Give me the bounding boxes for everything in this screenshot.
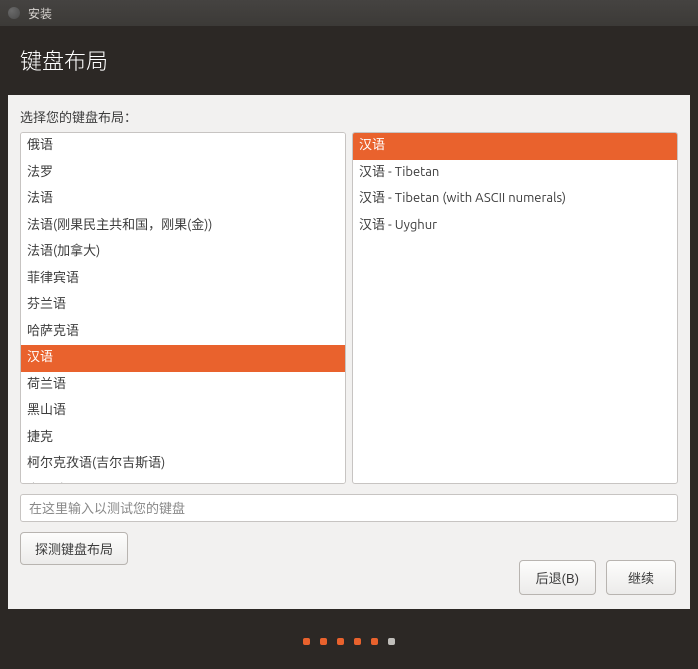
language-item[interactable]: 法罗: [21, 160, 345, 187]
language-item[interactable]: 法语: [21, 186, 345, 213]
variant-item[interactable]: 汉语 - Tibetan: [353, 160, 677, 187]
variant-item[interactable]: 汉语 - Uyghur: [353, 213, 677, 240]
keyboard-test-input[interactable]: [20, 494, 678, 522]
progress-dot: [388, 638, 395, 645]
variant-item[interactable]: 汉语: [353, 133, 677, 160]
page-title: 键盘布局: [20, 49, 108, 74]
content-panel: 选择您的键盘布局： 俄语法罗法语法语(刚果民主共和国，刚果(金))法语(加拿大)…: [8, 95, 690, 609]
language-item[interactable]: 芬兰语: [21, 292, 345, 319]
language-item[interactable]: 捷克: [21, 425, 345, 452]
detect-layout-button[interactable]: 探测键盘布局: [20, 532, 128, 565]
language-item[interactable]: 法语(加拿大): [21, 239, 345, 266]
window-title: 安装: [28, 5, 52, 22]
progress-dot: [354, 638, 361, 645]
language-item[interactable]: 法语(刚果民主共和国，刚果(金)): [21, 213, 345, 240]
close-icon[interactable]: [8, 7, 20, 19]
language-item[interactable]: 菲律宾语: [21, 266, 345, 293]
language-item[interactable]: 黑山语: [21, 398, 345, 425]
progress-dot: [337, 638, 344, 645]
progress-dot: [320, 638, 327, 645]
titlebar: 安装: [0, 0, 698, 26]
progress-dots: [0, 614, 698, 669]
progress-dot: [303, 638, 310, 645]
language-item[interactable]: 哈萨克语: [21, 319, 345, 346]
page-header: 键盘布局: [0, 26, 698, 98]
language-listbox[interactable]: 俄语法罗法语法语(刚果民主共和国，刚果(金))法语(加拿大)菲律宾语芬兰语哈萨克…: [20, 132, 346, 484]
continue-button[interactable]: 继续: [606, 560, 676, 595]
language-item[interactable]: 克罗地亚: [21, 478, 345, 485]
prompt-label: 选择您的键盘布局：: [20, 107, 678, 126]
variant-item[interactable]: 汉语 - Tibetan (with ASCII numerals): [353, 186, 677, 213]
back-button[interactable]: 后退(B): [519, 560, 596, 595]
language-item[interactable]: 俄语: [21, 133, 345, 160]
variant-listbox[interactable]: 汉语汉语 - Tibetan汉语 - Tibetan (with ASCII n…: [352, 132, 678, 484]
lists-row: 俄语法罗法语法语(刚果民主共和国，刚果(金))法语(加拿大)菲律宾语芬兰语哈萨克…: [20, 132, 678, 484]
footer-buttons: 后退(B) 继续: [519, 560, 676, 595]
language-item[interactable]: 柯尔克孜语(吉尔吉斯语): [21, 451, 345, 478]
language-item[interactable]: 汉语: [21, 345, 345, 372]
language-item[interactable]: 荷兰语: [21, 372, 345, 399]
progress-dot: [371, 638, 378, 645]
